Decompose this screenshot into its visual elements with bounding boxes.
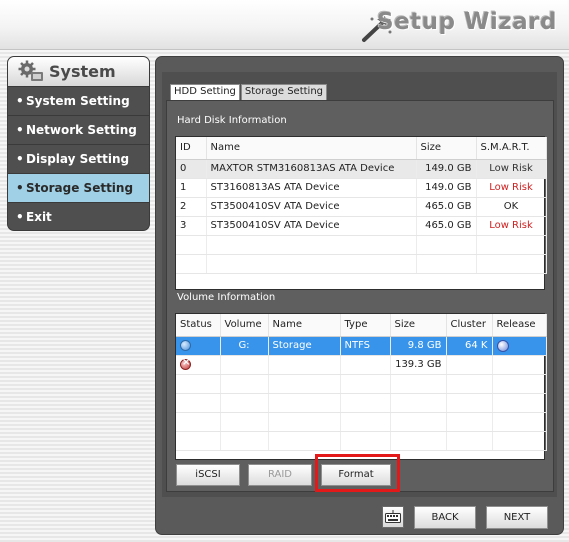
column-header[interactable]: S.M.A.R.T. [476,137,547,160]
release-cell[interactable] [492,336,547,356]
volume-table: Status Volume Name Type Size Cluster Rel… [175,313,547,460]
raid-button[interactable]: RAID [248,464,312,486]
volume-letter [220,355,269,375]
hdd-size: 465.0 GB [416,197,477,217]
tab-bar: HDD Setting Storage Setting [170,84,328,101]
hdd-section-title: Hard Disk Information [177,115,287,126]
wizard-title: Setup Wizard [377,9,557,35]
sidebar-item-label: System Setting [26,94,130,108]
column-header[interactable]: Type [340,314,391,337]
table-row[interactable]: 2 ST3500410SV ATA Device 465.0 GB OK [176,197,547,217]
sidebar-item-network-setting[interactable]: • Network Setting [8,116,149,145]
table-row-selected[interactable]: G: Storage NTFS 9.8 GB 64 K [176,336,547,356]
keyboard-button[interactable] [382,506,404,528]
next-button[interactable]: NEXT [486,506,548,529]
sidebar-item-label: Display Setting [26,152,130,166]
sidebar-header: System [8,57,149,87]
hdd-id: 0 [176,159,207,179]
table-row-empty [176,393,547,413]
keyboard-icon [385,510,401,523]
hdd-name: ST3500410SV ATA Device [206,216,417,236]
column-header[interactable]: Name [206,137,417,160]
column-header[interactable]: Size [416,137,477,160]
table-row-empty [176,431,547,451]
sidebar-item-label: Network Setting [26,123,137,137]
table-row[interactable]: 3 ST3500410SV ATA Device 465.0 GB Low Ri… [176,216,547,236]
table-row[interactable]: 139.3 GB [176,355,547,375]
volume-section-title: Volume Information [177,292,276,303]
hdd-id: 3 [176,216,207,236]
tab-storage-setting[interactable]: Storage Setting [240,84,328,100]
hdd-size: 149.0 GB [416,178,477,198]
table-row[interactable]: 0 MAXTOR STM3160813AS ATA Device 149.0 G… [176,159,547,179]
hdd-table-header: ID Name Size S.M.A.R.T. [176,137,547,160]
sidebar-item-label: Storage Setting [26,181,134,195]
release-cell [492,355,547,375]
hdd-size: 465.0 GB [416,216,477,236]
table-row-empty [176,374,547,394]
volume-size: 9.8 GB [390,336,447,356]
release-icon[interactable] [496,339,509,352]
hdd-name: ST3160813AS ATA Device [206,178,417,198]
bullet-icon: • [16,181,24,195]
column-header[interactable]: Cluster [446,314,493,337]
sidebar-item-system-setting[interactable]: • System Setting [8,87,149,116]
sidebar-item-exit[interactable]: • Exit [8,203,149,230]
hdd-smart: Low Risk [476,178,547,198]
status-ok-icon [180,339,191,351]
column-header[interactable]: Name [268,314,341,337]
hdd-id: 1 [176,178,207,198]
sidebar-item-display-setting[interactable]: • Display Setting [8,145,149,174]
column-header[interactable]: Status [176,314,221,337]
volume-type [340,355,391,375]
column-header[interactable]: Size [390,314,447,337]
hdd-smart: OK [476,197,547,217]
column-header[interactable]: Release [492,314,547,337]
status-cell [176,355,221,375]
volume-table-header: Status Volume Name Type Size Cluster Rel… [176,314,547,337]
volume-type: NTFS [340,336,391,356]
wizard-header: Setup Wizard [0,0,569,50]
bullet-icon: • [16,123,24,137]
hdd-name: MAXTOR STM3160813AS ATA Device [206,159,417,179]
table-row-empty [176,235,547,255]
table-row-empty [176,412,547,432]
tab-hdd-setting[interactable]: HDD Setting [170,84,240,101]
status-cell [176,336,221,356]
bullet-icon: • [16,94,24,108]
format-highlight-frame [315,454,400,492]
table-row-empty [176,254,547,274]
sidebar: System • System Setting • Network Setting … [7,56,150,231]
volume-size: 139.3 GB [390,355,447,375]
volume-letter: G: [220,336,269,356]
column-header[interactable]: ID [176,137,207,160]
volume-cluster [446,355,493,375]
sidebar-item-storage-setting[interactable]: • Storage Setting [8,174,149,203]
back-button[interactable]: BACK [414,506,476,529]
hdd-size: 149.0 GB [416,159,477,179]
hdd-smart: Low Risk [476,216,547,236]
bullet-icon: • [16,152,24,166]
table-row[interactable]: 1 ST3160813AS ATA Device 149.0 GB Low Ri… [176,178,547,198]
status-error-icon [180,357,191,370]
hdd-name: ST3500410SV ATA Device [206,197,417,217]
volume-cluster: 64 K [446,336,493,356]
sidebar-title: System [49,62,116,81]
volume-name: Storage [268,336,341,356]
hdd-smart: Low Risk [476,159,547,179]
gear-icon [18,60,43,81]
sidebar-item-label: Exit [26,210,52,224]
column-header[interactable]: Volume [220,314,269,337]
volume-name [268,355,341,375]
hdd-id: 2 [176,197,207,217]
bullet-icon: • [16,210,24,224]
iscsi-button[interactable]: iSCSI [176,464,240,486]
hdd-table: ID Name Size S.M.A.R.T. 0 MAXTOR STM3160… [175,136,547,290]
